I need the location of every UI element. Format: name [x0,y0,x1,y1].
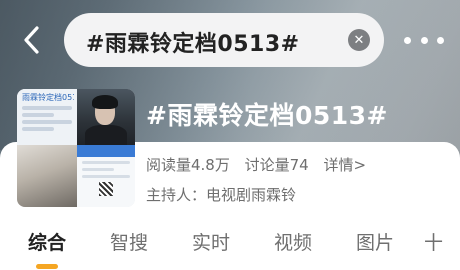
tab-video[interactable]: 视频 [274,228,312,255]
topic-title: #雨霖铃定档0513# [146,101,388,130]
clear-icon: ✕ [353,32,365,48]
active-tab-indicator [36,264,58,269]
topic-cover-image[interactable]: 雨霖铃定档0513 [17,89,135,207]
back-button[interactable] [14,22,50,58]
discussion-count: 讨论量74 [244,156,309,174]
more-icon [404,36,411,44]
cover-scenery [17,145,77,207]
cover-screenshot [77,145,135,207]
tab-realtime[interactable]: 实时 [192,228,230,255]
clear-button[interactable]: ✕ [348,29,370,51]
result-tabs: 综合 智搜 实时 视频 图片 十 [0,224,460,270]
tab-more[interactable]: 十 [424,228,443,255]
topic-stats: 阅读量4.8万 讨论量74 详情> [146,154,376,175]
cover-portrait [77,89,135,147]
tab-comprehensive[interactable]: 综合 [28,228,66,255]
read-count: 阅读量4.8万 [146,156,230,174]
topic-host: 主持人：电视剧雨霖铃 [146,186,297,204]
details-link[interactable]: 详情> [324,156,367,174]
search-query: #雨霖铃定档0513# [86,32,300,57]
cover-mini-title: 雨霖铃定档0513 [22,93,74,102]
more-button[interactable] [404,26,444,54]
chevron-left-icon [24,26,39,54]
search-input[interactable]: #雨霖铃定档0513# ✕ [64,13,384,67]
cover-poster-snippet: 雨霖铃定档0513 [17,89,77,145]
tab-smart-search[interactable]: 智搜 [110,228,148,255]
tab-images[interactable]: 图片 [356,228,394,255]
